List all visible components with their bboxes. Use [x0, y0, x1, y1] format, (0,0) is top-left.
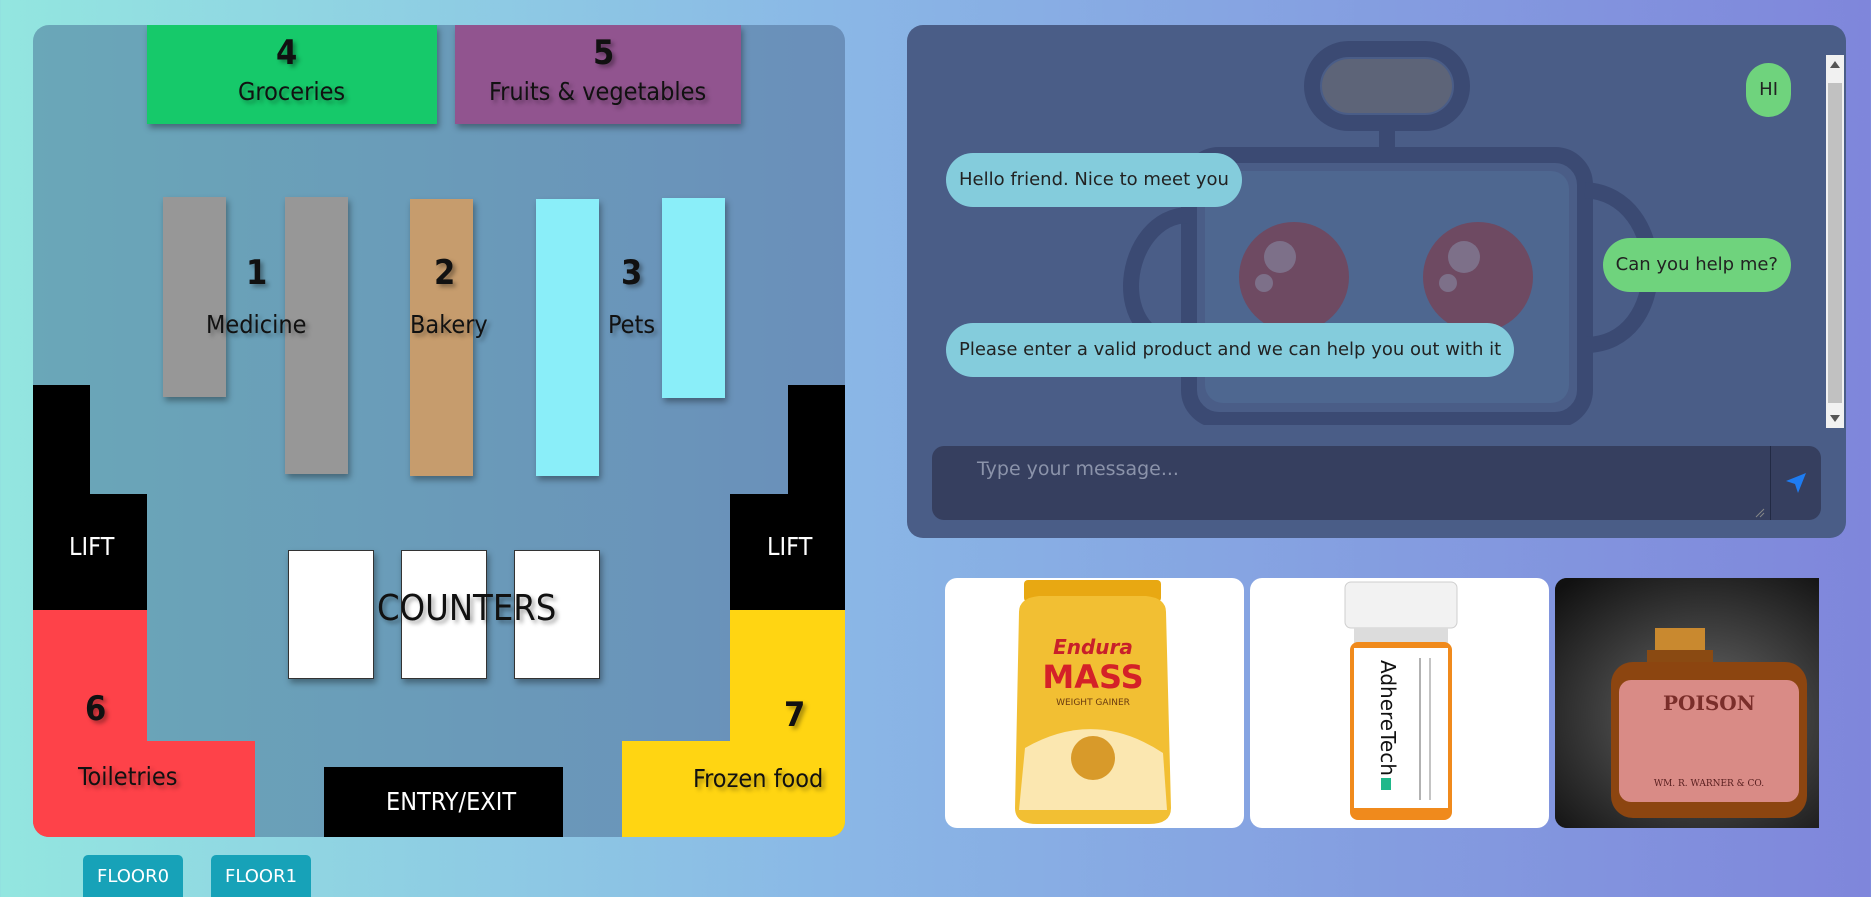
section-frozen-food-number: 7 — [784, 695, 806, 735]
entry-exit-label: ENTRY/EXIT — [386, 787, 517, 816]
scroll-down-icon[interactable] — [1830, 415, 1840, 422]
aisle-pets-b — [662, 198, 725, 398]
message-box — [932, 446, 1821, 520]
chat-panel: HI Hello friend. Nice to meet you Can yo… — [907, 25, 1846, 538]
store-floor-map: 4 Groceries 5 Fruits & vegetables 1 Medi… — [33, 25, 845, 837]
section-groceries-label: Groceries — [238, 77, 346, 106]
section-pets-number: 3 — [621, 253, 643, 293]
section-medicine-number: 1 — [246, 253, 268, 293]
product-image: Endura MASS WEIGHT GAINER — [1015, 580, 1171, 824]
product-brand: Endura — [1053, 635, 1133, 659]
aisle-pets-a — [536, 199, 599, 476]
product-card[interactable]: Endura MASS WEIGHT GAINER — [945, 578, 1244, 828]
product-card[interactable]: POISON WM. R. WARNER & CO. — [1555, 578, 1819, 828]
product-image: POISON WM. R. WARNER & CO. — [1555, 578, 1819, 828]
product-name: MASS — [1042, 658, 1143, 696]
chat-message-user: Can you help me? — [1602, 238, 1791, 292]
chat-scrollbar[interactable] — [1826, 55, 1844, 428]
aisle-medicine-a — [163, 197, 226, 397]
section-toiletries-label: Toiletries — [78, 762, 178, 791]
section-medicine-label: Medicine — [206, 310, 307, 339]
product-image: AdhereTech — [1344, 581, 1458, 820]
section-groceries-number: 4 — [276, 33, 298, 73]
counter-1 — [288, 550, 374, 679]
section-fruits-vegetables-number: 5 — [593, 33, 615, 73]
lift-right-label: LIFT — [767, 532, 813, 561]
scroll-up-icon[interactable] — [1830, 61, 1840, 68]
section-toiletries-number: 6 — [85, 689, 107, 729]
section-bakery-label: Bakery — [410, 310, 488, 339]
product-maker: WM. R. WARNER & CO. — [1654, 779, 1764, 789]
chat-message-bot: Please enter a valid product and we can … — [946, 323, 1515, 377]
paper-plane-icon — [1786, 473, 1806, 493]
message-input[interactable] — [932, 446, 1767, 520]
product-brand: AdhereTech — [1376, 660, 1400, 776]
resize-handle-icon[interactable] — [1755, 508, 1765, 518]
send-button[interactable] — [1770, 446, 1821, 520]
floor-1-button[interactable]: FLOOR1 — [211, 855, 312, 897]
chat-message-bot: Hello friend. Nice to meet you — [946, 153, 1242, 207]
chat-log: HI Hello friend. Nice to meet you Can yo… — [907, 55, 1823, 458]
scroll-thumb[interactable] — [1828, 83, 1842, 403]
product-tagline: WEIGHT GAINER — [1056, 698, 1130, 708]
product-label: POISON — [1663, 691, 1755, 715]
chat-message-user: HI — [1746, 63, 1791, 117]
section-bakery-number: 2 — [434, 253, 456, 293]
product-card[interactable]: AdhereTech — [1250, 578, 1549, 828]
counters-label: COUNTERS — [377, 588, 557, 629]
lift-left-label: LIFT — [69, 532, 115, 561]
section-pets-label: Pets — [608, 310, 656, 339]
floor-0-button[interactable]: FLOOR0 — [83, 855, 184, 897]
section-fruits-vegetables-label: Fruits & vegetables — [489, 77, 707, 106]
section-frozen-food-label: Frozen food — [693, 764, 824, 793]
product-carousel: Endura MASS WEIGHT GAINER AdhereTech POI… — [945, 578, 1819, 828]
